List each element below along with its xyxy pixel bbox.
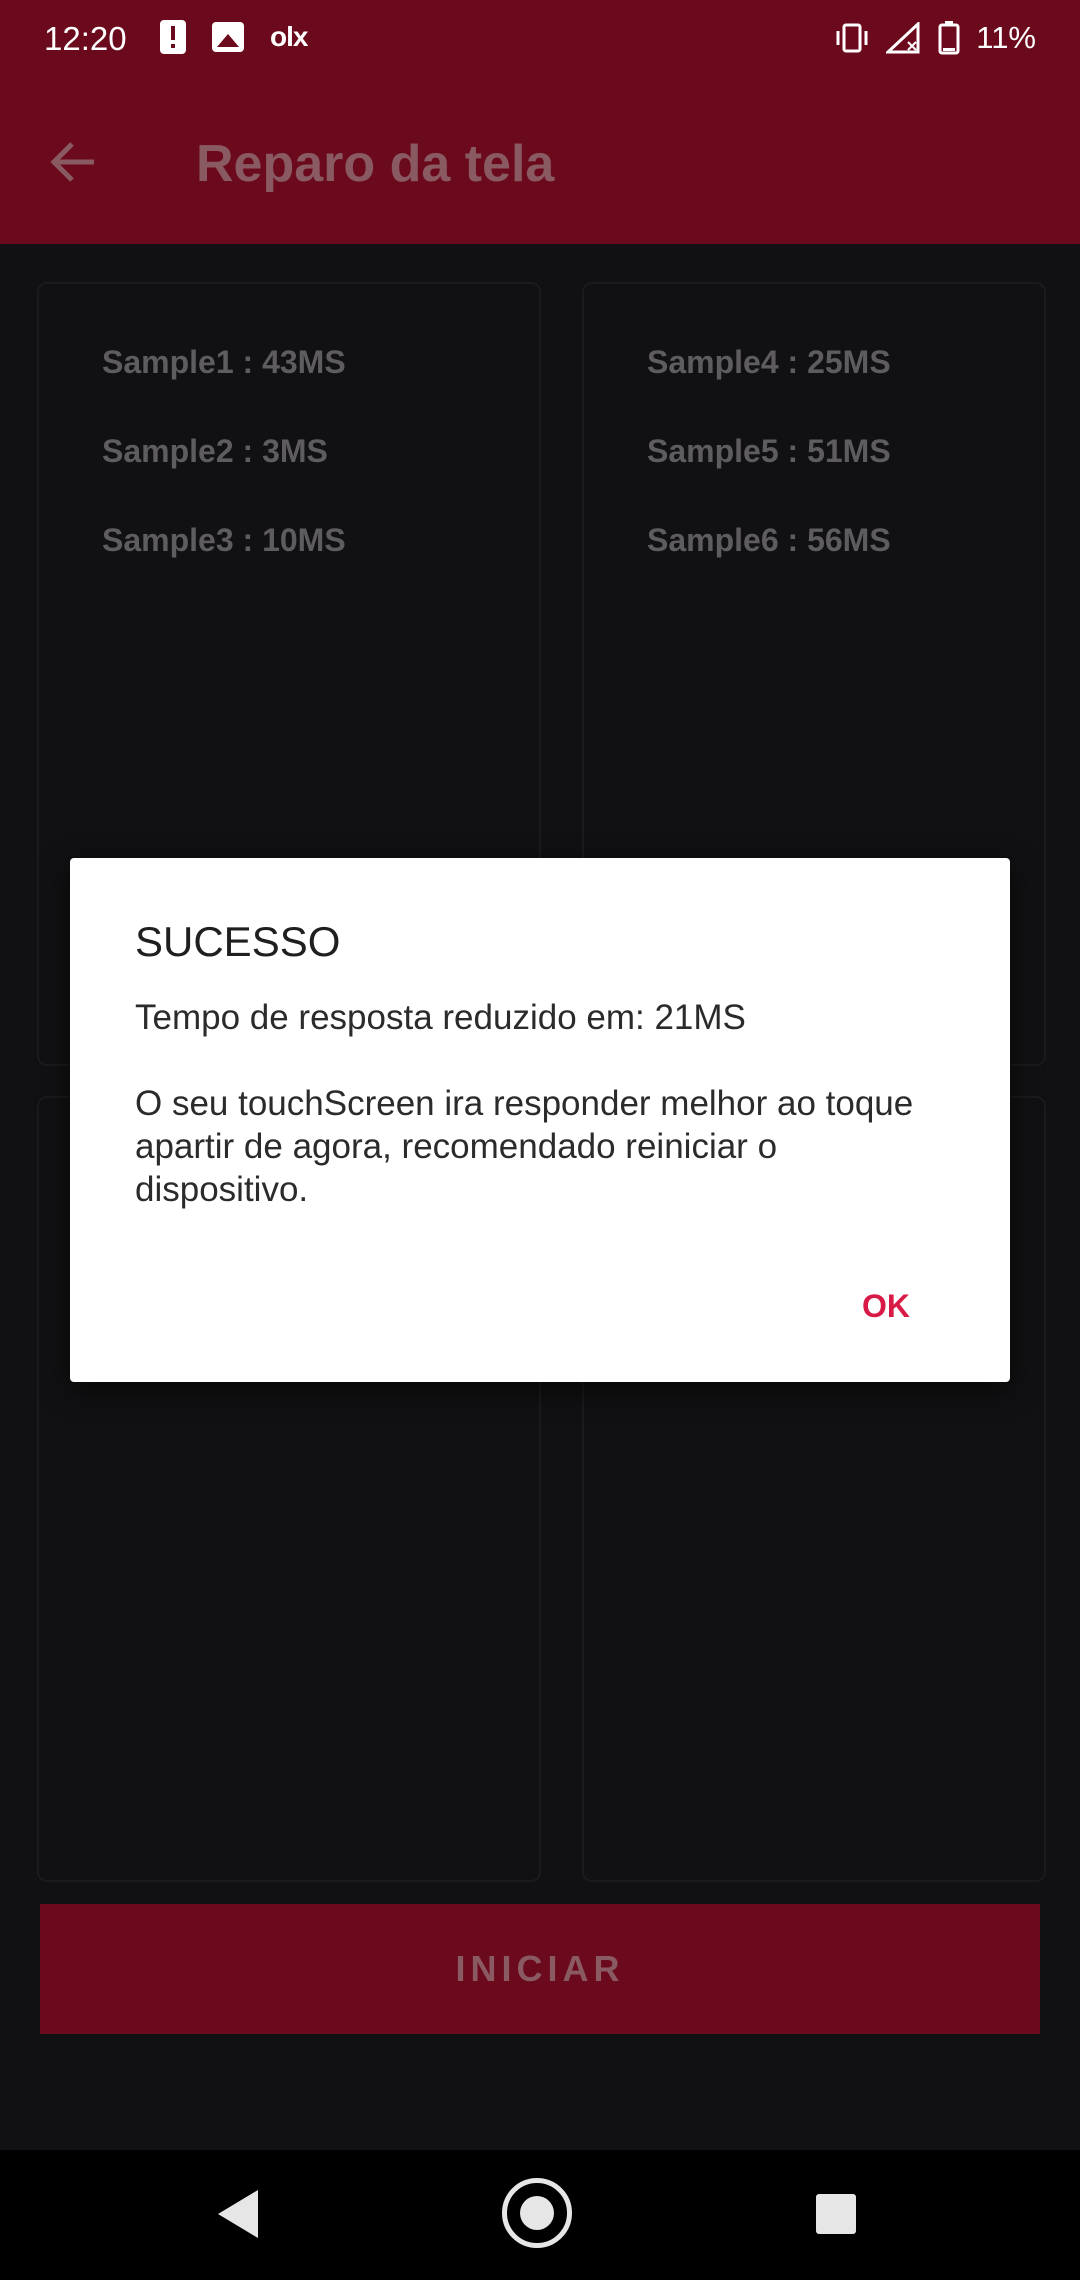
success-dialog: SUCESSO Tempo de resposta reduzido em: 2… xyxy=(70,858,1010,1382)
nav-back-icon[interactable] xyxy=(218,2190,258,2238)
nav-home-icon[interactable] xyxy=(502,2178,572,2248)
dialog-title: SUCESSO xyxy=(135,918,341,965)
navigation-bar xyxy=(0,2150,1080,2280)
nav-recents-icon[interactable] xyxy=(816,2194,856,2234)
dialog-message: Tempo de resposta reduzido em: 21MS O se… xyxy=(135,996,955,1254)
dialog-message-line: O seu touchScreen ira responder melhor a… xyxy=(135,1084,914,1209)
dialog-message-line: Tempo de resposta reduzido em: 21MS xyxy=(135,998,746,1037)
ok-button[interactable]: OK xyxy=(852,1278,920,1335)
